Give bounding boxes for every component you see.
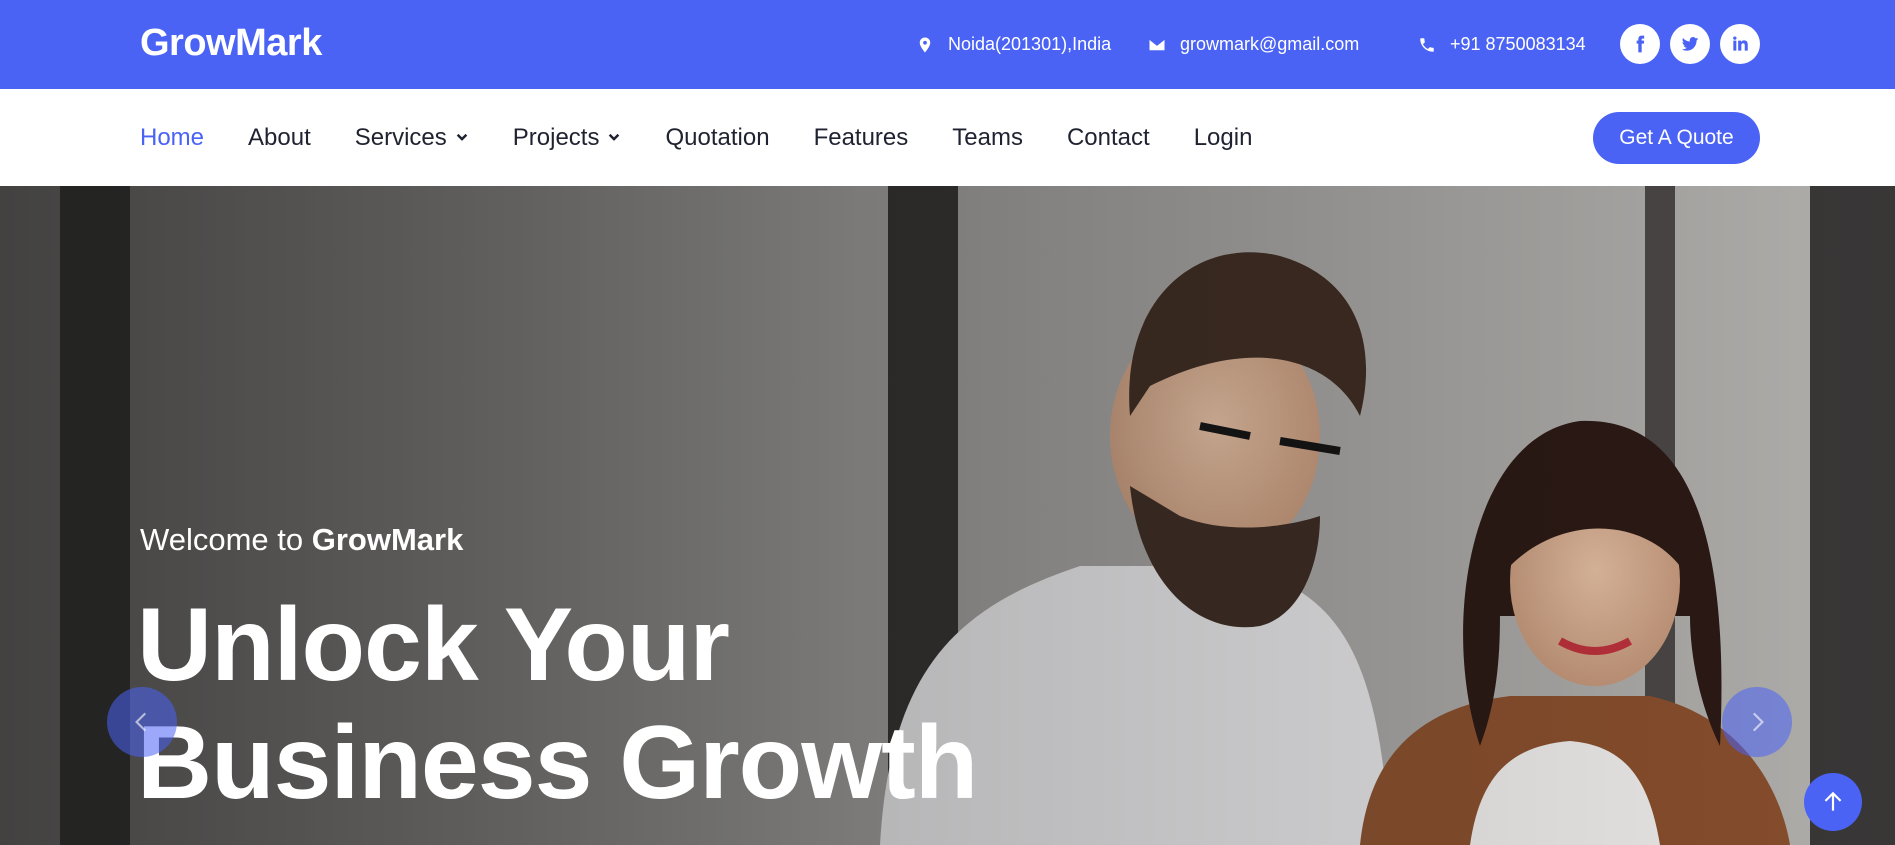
hero-headline: Unlock Your Business Growth (137, 586, 978, 822)
envelope-icon (1149, 39, 1165, 50)
top-bar: GrowMark Noida(201301),India growmark@gm… (0, 0, 1895, 89)
get-a-quote-button[interactable]: Get A Quote (1593, 112, 1760, 164)
facebook-button[interactable] (1620, 24, 1660, 64)
brand-logo[interactable]: GrowMark (140, 22, 322, 65)
phone-text[interactable]: +91 8750083134 (1450, 34, 1586, 55)
arrow-up-icon (1824, 791, 1842, 811)
linkedin-icon (1733, 36, 1748, 51)
phone-icon (1420, 37, 1434, 52)
nav-features[interactable]: Features (814, 124, 909, 152)
welcome-brand: GrowMark (311, 522, 464, 557)
nav-quotation-label: Quotation (665, 123, 770, 151)
nav-projects[interactable]: Projects (513, 124, 622, 152)
chevron-left-icon (135, 712, 147, 732)
nav-services-label: Services (354, 123, 447, 151)
map-pin-icon (919, 37, 931, 52)
nav-contact-label: Contact (1066, 123, 1150, 151)
headline-line-1: Unlock Your (137, 587, 730, 703)
nav-home-label: Home (140, 123, 205, 151)
nav-features-label: Features (813, 123, 909, 151)
chevron-down-icon (456, 133, 468, 141)
nav-projects-label: Projects (512, 123, 600, 151)
contact-email: growmark@gmail.com (1148, 0, 1359, 89)
hero-welcome: Welcome to GrowMark (140, 522, 463, 558)
main-nav: Home About Services Projects Quotation F… (0, 89, 1895, 186)
chevron-right-icon (1752, 712, 1764, 732)
contact-phone: +91 8750083134 (1418, 0, 1586, 89)
contact-location: Noida(201301),India (916, 0, 1111, 89)
facebook-icon (1636, 35, 1645, 53)
nav-home[interactable]: Home (140, 124, 204, 152)
welcome-prefix: Welcome to (140, 522, 304, 557)
nav-contact[interactable]: Contact (1067, 124, 1150, 152)
linkedin-button[interactable] (1720, 24, 1760, 64)
nav-teams[interactable]: Teams (952, 124, 1023, 152)
nav-about-label: About (248, 123, 311, 151)
nav-quotation[interactable]: Quotation (665, 124, 769, 152)
twitter-icon (1681, 37, 1699, 51)
nav-login-label: Login (1193, 123, 1253, 151)
nav-login[interactable]: Login (1194, 124, 1253, 152)
social-links (1620, 24, 1760, 64)
scroll-to-top-button[interactable] (1804, 773, 1862, 831)
nav-about[interactable]: About (248, 124, 311, 152)
twitter-button[interactable] (1670, 24, 1710, 64)
nav-teams-label: Teams (952, 123, 1023, 151)
hero-slider: Welcome to GrowMark Unlock Your Business… (0, 186, 1895, 845)
slider-prev-button[interactable] (107, 687, 177, 757)
nav-menu: Home About Services Projects Quotation F… (140, 89, 1296, 186)
slider-next-button[interactable] (1722, 687, 1792, 757)
chevron-down-icon (609, 133, 620, 141)
email-text[interactable]: growmark@gmail.com (1180, 34, 1359, 55)
headline-line-2: Business Growth (137, 705, 978, 821)
location-text: Noida(201301),India (948, 34, 1112, 54)
nav-services[interactable]: Services (355, 124, 469, 152)
